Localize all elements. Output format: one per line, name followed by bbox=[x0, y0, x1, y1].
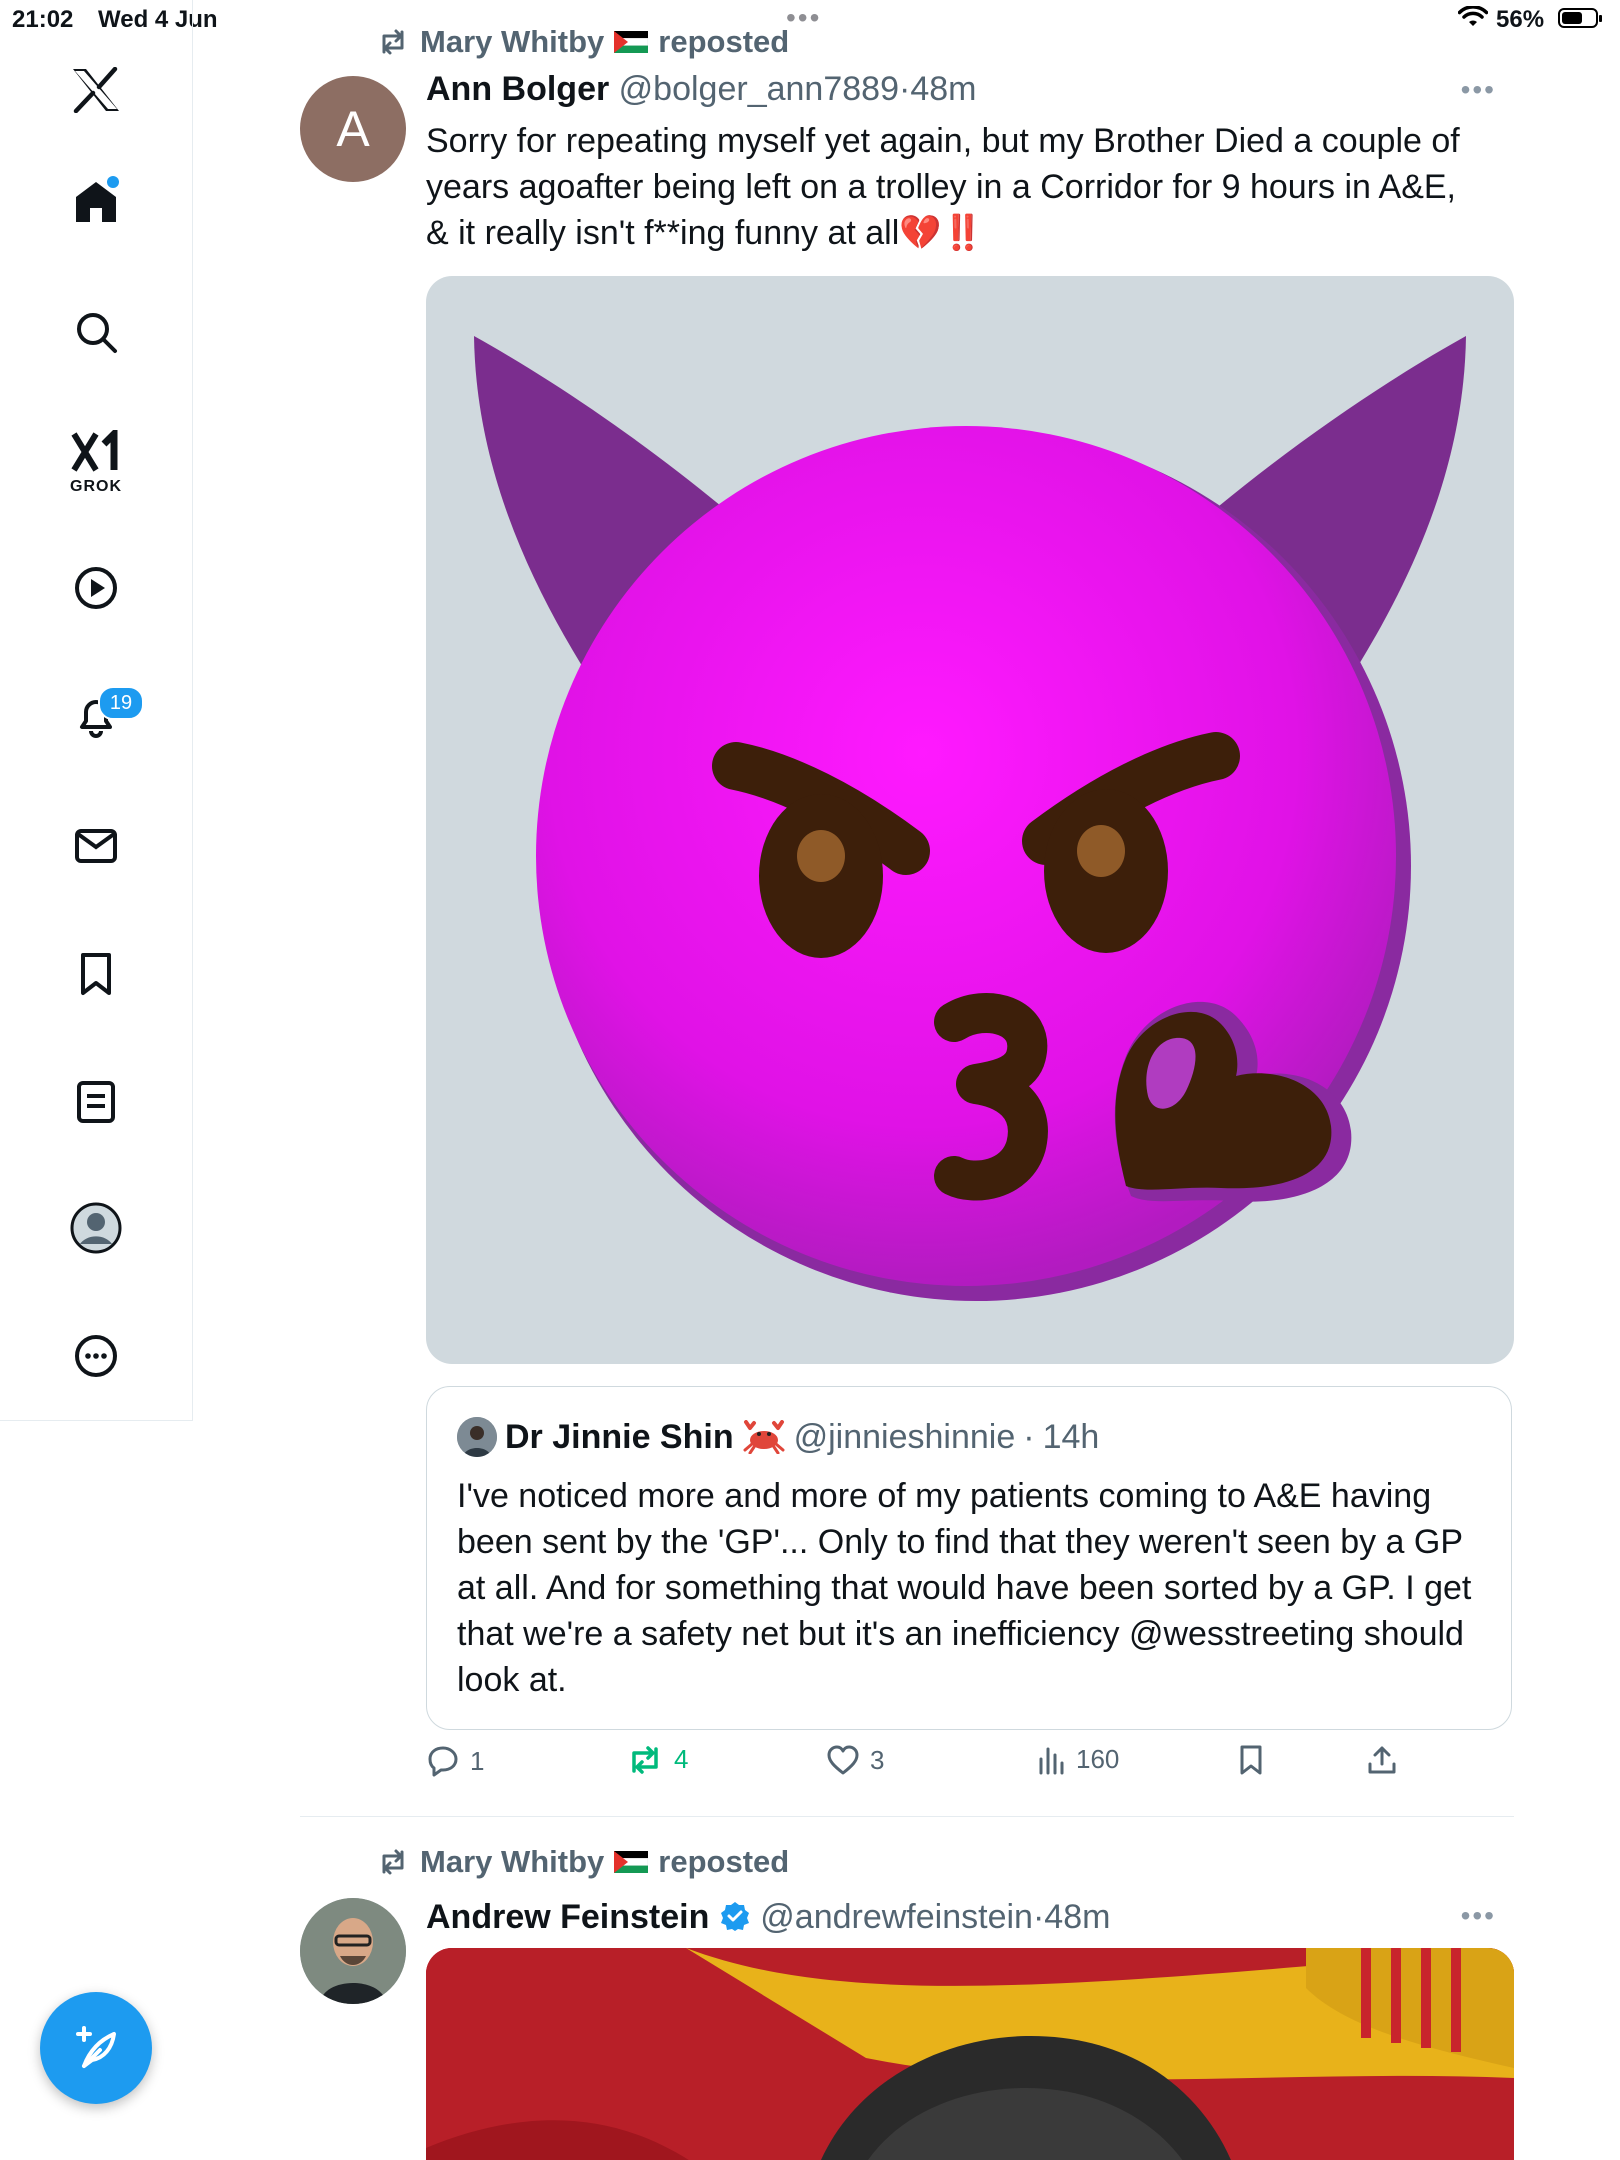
sidebar-item-grok[interactable] bbox=[64, 420, 128, 484]
quoted-author-name[interactable]: Dr Jinnie Shin bbox=[505, 1418, 734, 1457]
quoted-post-text: I've noticed more and more of my patient… bbox=[457, 1477, 1472, 1699]
repost-count: 4 bbox=[674, 1744, 689, 1774]
sidebar-item-more[interactable] bbox=[64, 1324, 128, 1388]
post-header: Andrew Feinstein @andrewfeinstein·48m bbox=[426, 1898, 1111, 1936]
mail-icon bbox=[75, 829, 117, 863]
author-name[interactable]: Ann Bolger bbox=[426, 70, 609, 108]
repost-indicator[interactable]: Mary Whitby reposted bbox=[376, 1844, 789, 1880]
author-handle[interactable]: @bolger_ann7889 bbox=[619, 70, 899, 108]
repost-label: reposted bbox=[658, 1844, 790, 1879]
share-button[interactable] bbox=[1366, 1744, 1398, 1776]
analytics-icon bbox=[1039, 1747, 1064, 1774]
bookmark-icon bbox=[81, 953, 111, 995]
author-name[interactable]: Andrew Feinstein bbox=[426, 1898, 709, 1936]
grok-label: GROK bbox=[70, 478, 122, 495]
reply-count: 1 bbox=[470, 1745, 485, 1776]
devil-kiss-emoji-image bbox=[474, 336, 1466, 1301]
author-handle[interactable]: @andrewfeinstein bbox=[760, 1898, 1033, 1936]
sidebar-item-bookmarks[interactable] bbox=[64, 942, 128, 1006]
bookmark-icon bbox=[1240, 1745, 1262, 1775]
post-more-icon[interactable]: ••• bbox=[1461, 1900, 1496, 1932]
post-image[interactable] bbox=[426, 1948, 1514, 2160]
repost-label: reposted bbox=[658, 24, 790, 59]
notifications-badge: 19 bbox=[98, 686, 144, 720]
list-icon bbox=[77, 1081, 115, 1123]
quoted-author-handle[interactable]: @jinnieshinnie bbox=[794, 1418, 1016, 1457]
compose-post-button[interactable] bbox=[40, 1992, 152, 2104]
palestine-flag-icon bbox=[614, 31, 649, 53]
search-icon bbox=[77, 313, 117, 353]
author-avatar[interactable] bbox=[300, 1898, 406, 2004]
author-avatar[interactable]: A bbox=[300, 76, 406, 182]
like-button[interactable]: 3 bbox=[826, 1744, 884, 1776]
share-icon bbox=[1368, 1746, 1396, 1774]
crab-emoji-icon bbox=[743, 1420, 785, 1454]
andrew-feinstein-photo bbox=[300, 1898, 406, 2004]
bookmark-button[interactable] bbox=[1236, 1744, 1266, 1776]
reply-button[interactable]: 1 bbox=[426, 1744, 484, 1778]
play-icon bbox=[75, 567, 117, 609]
profile-avatar-icon bbox=[70, 1202, 122, 1254]
sidebar-item-profile[interactable] bbox=[64, 1196, 128, 1260]
like-count: 3 bbox=[870, 1744, 885, 1775]
home-unread-dot bbox=[107, 176, 119, 188]
flag-portrait-image bbox=[426, 1948, 1514, 2160]
sidebar-item-search[interactable] bbox=[64, 300, 128, 364]
battery-icon bbox=[1558, 8, 1602, 28]
avatar-letter: A bbox=[336, 101, 370, 157]
repost-icon bbox=[632, 1745, 658, 1774]
more-circle-icon bbox=[75, 1335, 117, 1377]
reposter-name: Mary Whitby bbox=[420, 1844, 605, 1879]
sidebar-item-messages[interactable] bbox=[64, 814, 128, 878]
repost-button[interactable]: 4 bbox=[626, 1744, 688, 1775]
repost-icon bbox=[382, 1849, 404, 1875]
verified-badge-icon bbox=[720, 1902, 749, 1931]
post-time[interactable]: 48m bbox=[910, 70, 976, 108]
post-time[interactable]: 48m bbox=[1044, 1898, 1110, 1936]
quoted-post-header: Dr Jinnie Shin @jinnieshinnie · 14h bbox=[457, 1417, 1099, 1457]
view-count: 160 bbox=[1076, 1744, 1120, 1774]
heart-icon bbox=[827, 1745, 859, 1775]
views-button[interactable]: 160 bbox=[1036, 1744, 1119, 1775]
post-text: Sorry for repeating myself yet again, bu… bbox=[426, 122, 1460, 252]
reply-icon bbox=[428, 1746, 458, 1777]
sidebar: GROK 19 bbox=[0, 0, 193, 1421]
quoted-post-time[interactable]: 14h bbox=[1043, 1418, 1100, 1457]
post-actions: 1 4 3 160 bbox=[426, 1744, 1426, 1794]
palestine-flag-icon bbox=[614, 1851, 649, 1873]
post-more-icon[interactable]: ••• bbox=[1461, 74, 1496, 106]
quoted-author-avatar[interactable] bbox=[457, 1417, 497, 1457]
reposter-name: Mary Whitby bbox=[420, 24, 605, 59]
compose-feather-icon bbox=[76, 2026, 116, 2068]
quoted-post[interactable]: Dr Jinnie Shin @jinnieshinnie · 14h I've n… bbox=[426, 1386, 1512, 1730]
repost-indicator[interactable]: Mary Whitby reposted bbox=[376, 24, 789, 60]
grok-icon bbox=[71, 430, 118, 472]
post-header: Ann Bolger @bolger_ann7889·48m bbox=[426, 70, 977, 108]
post-image[interactable] bbox=[426, 276, 1514, 1364]
x-logo-icon[interactable] bbox=[64, 58, 128, 122]
post-divider bbox=[300, 1816, 1514, 1817]
sidebar-item-video[interactable] bbox=[64, 556, 128, 620]
sidebar-item-lists[interactable] bbox=[64, 1070, 128, 1134]
post-ann-bolger[interactable]: Mary Whitby reposted A Ann Bolger @bolge… bbox=[300, 0, 1516, 1820]
repost-icon bbox=[382, 29, 404, 55]
post-andrew-feinstein[interactable]: Mary Whitby reposted Andrew Feinstein @a… bbox=[300, 1824, 1516, 2160]
